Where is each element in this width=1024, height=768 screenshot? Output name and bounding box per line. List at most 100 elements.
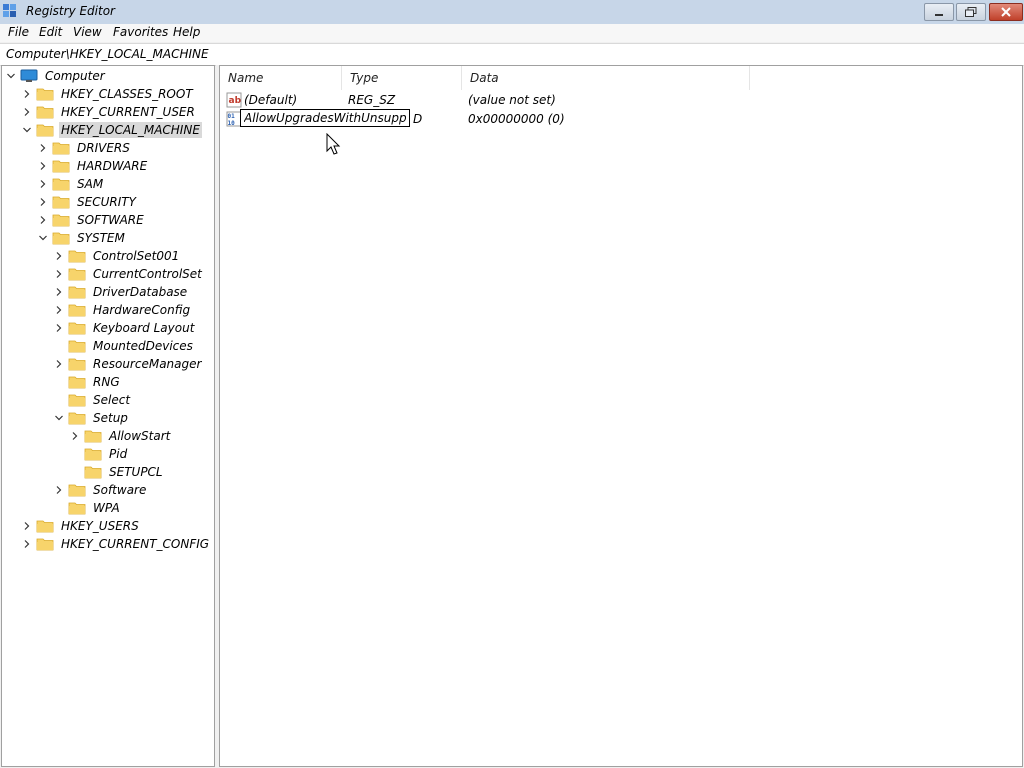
tree-node-system[interactable]: SYSTEM	[38, 229, 127, 247]
folder-icon	[84, 465, 102, 479]
chevron-down-icon[interactable]	[38, 233, 48, 243]
restore-icon	[965, 7, 977, 17]
chevron-right-icon[interactable]	[54, 323, 64, 333]
tree-node-rng[interactable]: RNG	[54, 373, 122, 391]
folder-icon	[68, 411, 86, 425]
menu-favorites[interactable]: Favorites	[113, 25, 168, 39]
tree-node-label: Computer	[45, 69, 105, 83]
tree-node-software[interactable]: SOFTWARE	[38, 211, 146, 229]
tree-node-label: HKEY_CURRENT_USER	[61, 105, 195, 119]
tree-node-pid[interactable]: Pid	[70, 445, 129, 463]
chevron-right-icon[interactable]	[38, 143, 48, 153]
tree-node-label: ResourceManager	[93, 357, 202, 371]
column-header-data[interactable]: Data	[462, 66, 750, 90]
menu-help[interactable]: Help	[173, 25, 200, 39]
chevron-down-icon[interactable]	[22, 125, 32, 135]
tree-node-label: Keyboard Layout	[93, 321, 195, 335]
tree-node-label: AllowStart	[109, 429, 171, 443]
chevron-right-icon[interactable]	[70, 431, 80, 441]
tree-node-label: SYSTEM	[77, 231, 125, 245]
chevron-right-icon[interactable]	[22, 89, 32, 99]
tree-node-currentcontrolset[interactable]: CurrentControlSet	[54, 265, 204, 283]
close-button[interactable]	[989, 3, 1023, 21]
tree-node-hkey-users[interactable]: HKEY_USERS	[22, 517, 141, 535]
folder-icon	[68, 357, 86, 371]
tree-node-label: SOFTWARE	[77, 213, 144, 227]
tree-node-setupcl[interactable]: SETUPCL	[70, 463, 165, 481]
chevron-right-icon[interactable]	[22, 539, 32, 549]
column-header-name[interactable]: Name	[220, 66, 342, 90]
chevron-right-icon[interactable]	[22, 107, 32, 117]
chevron-right-icon[interactable]	[38, 197, 48, 207]
tree-node-hardware[interactable]: HARDWARE	[38, 157, 149, 175]
folder-icon	[36, 519, 54, 533]
chevron-right-icon[interactable]	[54, 269, 64, 279]
svg-text:10: 10	[228, 120, 236, 127]
registry-tree[interactable]: Computer HKEY_CLASSES_ROOT HKEY_CURRENT_US…	[1, 65, 215, 767]
folder-icon	[68, 321, 86, 335]
folder-icon	[36, 537, 54, 551]
tree-node-drivers[interactable]: DRIVERS	[38, 139, 132, 157]
mouse-pointer-icon	[326, 133, 341, 155]
tree-node-label: Setup	[93, 411, 128, 425]
tree-node-label: HKEY_CURRENT_CONFIG	[61, 537, 210, 551]
column-header-type[interactable]: Type	[342, 66, 462, 90]
tree-node-driverdatabase[interactable]: DriverDatabase	[54, 283, 189, 301]
folder-icon	[36, 87, 54, 101]
chevron-down-icon[interactable]	[54, 413, 64, 423]
tree-node-hkey-current-config[interactable]: HKEY_CURRENT_CONFIG	[22, 535, 211, 553]
values-list[interactable]: Name Type Data ab (Default) REG_SZ (valu…	[219, 65, 1023, 767]
tree-node-label: WPA	[93, 501, 120, 515]
value-row-default[interactable]: ab (Default) REG_SZ (value not set)	[220, 91, 1000, 109]
chevron-right-icon[interactable]	[38, 215, 48, 225]
tree-node-security[interactable]: SECURITY	[38, 193, 138, 211]
folder-icon	[52, 195, 70, 209]
chevron-down-icon[interactable]	[6, 71, 16, 81]
close-icon	[1001, 7, 1011, 17]
value-data: (value not set)	[468, 93, 556, 107]
chevron-right-icon[interactable]	[54, 485, 64, 495]
address-path[interactable]: Computer\HKEY_LOCAL_MACHINE	[6, 47, 209, 61]
folder-icon	[68, 339, 86, 353]
restore-button[interactable]	[956, 3, 986, 21]
tree-node-hkey-classes-root[interactable]: HKEY_CLASSES_ROOT	[22, 85, 195, 103]
tree-node-mounteddevices[interactable]: MountedDevices	[54, 337, 195, 355]
window-title: Registry Editor	[26, 4, 115, 18]
tree-node-controlset001[interactable]: ControlSet001	[54, 247, 181, 265]
tree-node-resourcemanager[interactable]: ResourceManager	[54, 355, 203, 373]
folder-icon	[68, 375, 86, 389]
value-type: D	[413, 112, 423, 126]
address-bar[interactable]: Computer\HKEY_LOCAL_MACHINE	[0, 43, 1024, 66]
rename-value-input[interactable]	[240, 109, 410, 127]
tree-node-label: RNG	[93, 375, 120, 389]
tree-node-keyboard-layout[interactable]: Keyboard Layout	[54, 319, 196, 337]
menu-view[interactable]: View	[73, 25, 102, 39]
tree-node-setup[interactable]: Setup	[54, 409, 130, 427]
folder-icon	[68, 303, 86, 317]
tree-node-hkey-current-user[interactable]: HKEY_CURRENT_USER	[22, 103, 197, 121]
chevron-right-icon[interactable]	[38, 161, 48, 171]
chevron-right-icon[interactable]	[38, 179, 48, 189]
tree-node-wpa[interactable]: WPA	[54, 499, 122, 517]
chevron-right-icon[interactable]	[22, 521, 32, 531]
menu-edit[interactable]: Edit	[39, 25, 62, 39]
tree-node-allowstart[interactable]: AllowStart	[70, 427, 172, 445]
tree-node-hardwareconfig[interactable]: HardwareConfig	[54, 301, 192, 319]
tree-node-computer[interactable]: Computer	[6, 67, 107, 85]
folder-icon	[84, 447, 102, 461]
chevron-right-icon[interactable]	[54, 287, 64, 297]
tree-node-sam[interactable]: SAM	[38, 175, 105, 193]
tree-node-hkey-local-machine[interactable]: HKEY_LOCAL_MACHINE	[22, 121, 202, 139]
chevron-right-icon[interactable]	[54, 251, 64, 261]
tree-node-label: DRIVERS	[77, 141, 130, 155]
chevron-right-icon[interactable]	[54, 305, 64, 315]
value-type: REG_SZ	[348, 93, 396, 107]
tree-node-software[interactable]: Software	[54, 481, 148, 499]
folder-icon	[36, 123, 54, 137]
folder-icon	[68, 393, 86, 407]
tree-node-select[interactable]: Select	[54, 391, 132, 409]
chevron-right-icon[interactable]	[54, 359, 64, 369]
minimize-button[interactable]	[924, 3, 954, 21]
folder-icon	[68, 249, 86, 263]
menu-file[interactable]: File	[8, 25, 29, 39]
